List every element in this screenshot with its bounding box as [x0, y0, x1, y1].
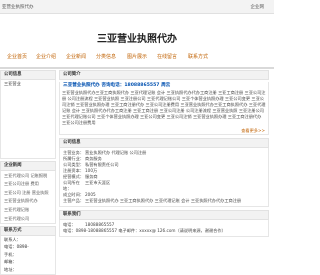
info-value: 三亚营业执照代办 三亚工商执照代办 三亚代理记账 会计 三亚执照代办代办工商注册 — [85, 198, 242, 203]
left-link-item[interactable]: 三亚代理公司 — [1, 214, 55, 223]
left-link-item[interactable]: 三亚公司注册 费用 — [1, 180, 55, 189]
nav-item-categories[interactable]: 分类信息 — [96, 53, 116, 60]
contact-line: 邮箱： — [4, 259, 17, 265]
topbar-right-link[interactable]: 企业网 — [251, 4, 265, 10]
left-company-line: 三亚营业 — [4, 81, 21, 86]
nav-separator — [0, 67, 274, 69]
more-link[interactable]: 查看更多>> — [60, 128, 268, 134]
contact-us-head: 联系我们 — [59, 210, 269, 220]
info-row: 公司所在地： 三亚市天涯区 — [63, 180, 265, 192]
company-description: 三亚营业执照代办三亚工商执照代办 三亚代理记账 会计 三亚执照代办代办工商注册 … — [62, 90, 266, 125]
contact-line: 联系人： — [4, 236, 21, 242]
info-row: 主营产品： 三亚营业执照代办 三亚工商执照代办 三亚代理记账 会计 三亚执照代办代… — [63, 198, 265, 204]
left-link-item[interactable]: 三亚代理公司 记账报税 — [1, 171, 55, 180]
page-title: 三亚营业执照代办 — [97, 34, 177, 45]
left-links-head: 企业新闻 — [0, 161, 56, 171]
left-links-list: 三亚代理公司 记账报税 三亚公司注册 费用 三亚公司 注册 营业执照 三亚营业执… — [0, 171, 56, 224]
nav-item-news[interactable]: 企业新闻 — [66, 53, 86, 60]
left-link-item[interactable]: 三亚营业执照代办 — [1, 197, 55, 206]
left-contact-head: 联系方式 — [0, 225, 56, 236]
left-company-box: 三亚营业 — [0, 80, 56, 159]
top-bar: 亚营业执照代办 企业网 — [0, 0, 274, 14]
main-nav: 企业首页 企业介绍 企业新闻 分类信息 图片展示 在线留言 联系方式 — [0, 53, 274, 63]
left-company-head: 公司信息 — [0, 70, 56, 80]
contact-line: 地址： — [4, 266, 17, 272]
main-content: 公司简介 三亚营业执照代办 咨询电话：18088865557 周云 三亚营业执照… — [59, 70, 269, 237]
company-intro-box: 三亚营业执照代办 咨询电话：18088865557 周云 三亚营业执照代办三亚工… — [59, 82, 269, 135]
info-key: 公司所在地： — [63, 180, 80, 191]
company-info-head: 公司信息 — [59, 138, 269, 148]
nav-item-home[interactable]: 企业首页 — [7, 53, 27, 60]
left-link-item[interactable]: 三亚公司 注册 营业执照 — [1, 188, 55, 197]
contact-line: 电话：0898- — [4, 244, 29, 250]
contact-detail: 电话：0898-18088865557 电子邮件：xxxxx@ 126.com（… — [63, 228, 226, 233]
site-name[interactable]: 亚营业执照代办 — [2, 4, 34, 10]
left-contact-box: 联系人： 电话：0898- 手机： 邮箱： 地址： — [0, 235, 56, 275]
company-info-box: 主营业务： 营业执照代办 代理记账 公司注册 所属行业： 商务服务 公司类型： 私营有… — [59, 148, 269, 207]
left-sidebar: 公司信息 三亚营业 企业新闻 三亚代理公司 记账报税 三亚公司注册 费用 三亚公… — [0, 70, 56, 275]
nav-item-intro[interactable]: 企业介绍 — [36, 53, 56, 60]
company-intro-head: 公司简介 — [59, 70, 269, 80]
nav-item-contact[interactable]: 联系方式 — [188, 53, 208, 60]
left-link-item[interactable]: 三亚代理记账 — [1, 205, 55, 214]
nav-item-gallery[interactable]: 图片展示 — [127, 53, 147, 60]
info-value: 三亚市天涯区 — [85, 180, 111, 185]
nav-item-message[interactable]: 在线留言 — [157, 53, 177, 60]
contact-line: 电话：0898-18088865557 电子邮件：xxxxx@ 126.com（… — [63, 228, 265, 234]
contact-line: 手机： — [4, 251, 17, 257]
contact-us-box: 电话： 18088865557 电话：0898-18088865557 电子邮件… — [59, 220, 269, 237]
info-key: 主营产品： — [63, 198, 84, 203]
